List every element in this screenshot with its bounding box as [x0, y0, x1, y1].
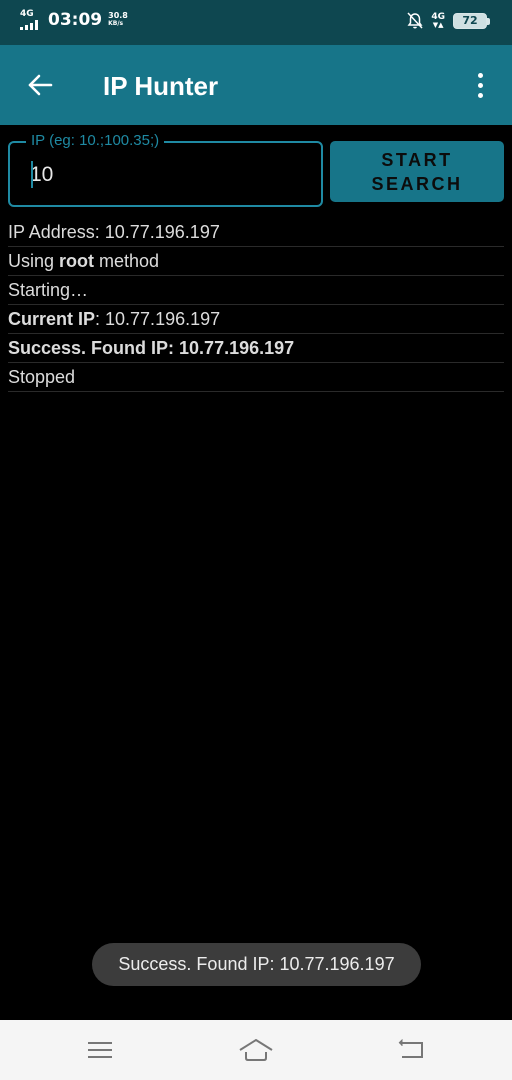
log-item: Success. Found IP: 10.77.196.197	[8, 334, 504, 363]
network-indicator-right: 4G ▼▲	[431, 13, 445, 29]
more-options-button[interactable]	[462, 67, 498, 103]
toast-message: Success. Found IP: 10.77.196.197	[92, 943, 421, 986]
nav-back-icon	[398, 1039, 423, 1058]
log-list: IP Address: 10.77.196.197 Using root met…	[8, 218, 504, 392]
ip-input-label: IP (eg: 10.;100.35;)	[26, 132, 165, 150]
log-item: Stopped	[8, 363, 504, 392]
log-item: IP Address: 10.77.196.197	[8, 218, 504, 247]
log-item: Using root method	[8, 247, 504, 276]
network-type: 4G	[20, 9, 34, 19]
start-search-button[interactable]: START SEARCH	[330, 141, 504, 202]
network-speed: 30.8 KB/s	[108, 12, 128, 28]
battery-icon: 72	[453, 13, 490, 29]
ip-input[interactable]	[30, 161, 310, 189]
recents-button[interactable]	[75, 1034, 125, 1066]
signal-icon	[20, 20, 38, 30]
home-button[interactable]	[231, 1034, 281, 1066]
clock: 03:09	[48, 10, 103, 30]
page-title: IP Hunter	[103, 71, 219, 101]
more-vertical-icon	[477, 72, 483, 78]
battery-level: 72	[453, 13, 487, 29]
nav-back-button[interactable]	[387, 1034, 437, 1066]
data-arrows-icon: ▼▲	[432, 21, 444, 29]
app-bar: IP Hunter	[0, 45, 512, 125]
bell-muted-icon	[407, 12, 423, 30]
back-button[interactable]	[20, 67, 60, 103]
arrow-left-icon	[28, 74, 53, 96]
ip-input-container[interactable]: IP (eg: 10.;100.35;)	[8, 132, 323, 207]
speed-unit: KB/s	[108, 20, 124, 27]
log-item: Current IP: 10.77.196.197	[8, 305, 504, 334]
system-nav-bar	[0, 1020, 512, 1080]
speed-value: 30.8	[108, 11, 128, 20]
status-bar: 4G 03:09 30.8 KB/s 4G ▼▲ 72	[0, 0, 512, 45]
status-left: 4G 03:09 30.8 KB/s	[20, 10, 128, 30]
status-right: 4G ▼▲ 72	[407, 12, 490, 30]
text-cursor	[31, 161, 33, 188]
network-indicator: 4G	[20, 10, 42, 30]
home-icon	[239, 1039, 273, 1061]
hamburger-icon	[88, 1042, 112, 1058]
log-item: Starting…	[8, 276, 504, 305]
